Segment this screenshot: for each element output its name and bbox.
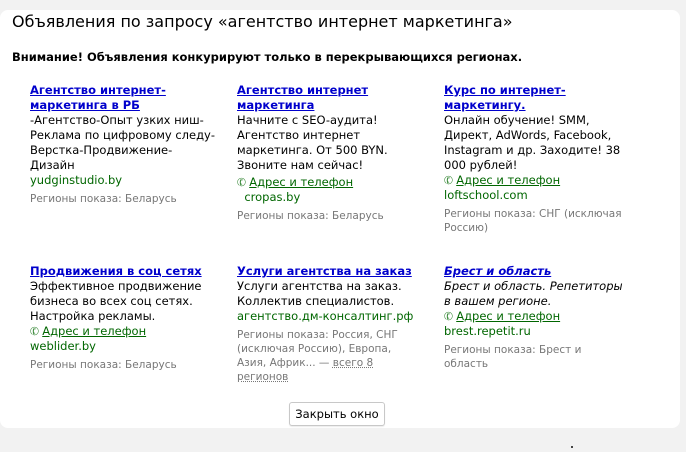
address-phone-link[interactable]: ✆Адрес и телефон <box>235 174 353 191</box>
ad-text: Брест и область. Репетиторы в вашем реги… <box>444 279 624 309</box>
ad-regions: Регионы показа: Брест и область <box>444 344 582 370</box>
ad-regions: Регионы показа: Беларусь <box>30 193 177 205</box>
ad-url[interactable]: агентство.дм-консалтинг.рф <box>237 309 417 324</box>
ad-url[interactable]: weblider.by <box>30 339 216 354</box>
ad-card: Агентство интернет маркетинга Начните с … <box>235 83 417 223</box>
ad-card: Услуги агентства на заказ Услуги агентст… <box>237 264 417 384</box>
ad-regions: Регионы показа: СНГ (исключая Россию) <box>444 208 622 234</box>
close-window-button[interactable]: Закрыть окно <box>289 402 385 426</box>
ad-card: Продвижения в соц сетях Эффективное прод… <box>28 264 216 372</box>
ad-regions: Регионы показа: Беларусь <box>237 210 384 222</box>
ad-title-link[interactable]: Продвижения в соц сетях <box>30 264 216 279</box>
ad-regions: Регионы показа: Россия, СНГ (исключая Ро… <box>237 329 398 383</box>
ad-title-link[interactable]: Агентство интернет-маркетинга в РБ <box>30 83 216 113</box>
address-phone-link[interactable]: ✆Адрес и телефон <box>442 172 560 189</box>
ad-text: Онлайн обучение! SMM, Директ, AdWords, F… <box>444 113 621 172</box>
ad-title-link[interactable]: Агентство интернет маркетинга <box>237 83 417 113</box>
phone-icon: ✆ <box>235 174 249 191</box>
ad-text: Начните с SEO-аудита! Агентство интернет… <box>237 113 388 172</box>
phone-icon: ✆ <box>28 323 42 340</box>
dialog-notice: Внимание! Объявления конкурируют только … <box>12 50 523 64</box>
stray-dot <box>571 446 573 448</box>
ad-url[interactable]: loftschool.com <box>444 188 624 203</box>
address-phone-link[interactable]: ✆Адрес и телефон <box>442 308 560 325</box>
ad-text: Эффективное продвижение бизнеса во всех … <box>30 279 202 323</box>
ad-regions: Регионы показа: Беларусь <box>30 359 177 371</box>
ad-card: Курс по интернет-маркетингу. Онлайн обуч… <box>442 83 624 235</box>
phone-icon: ✆ <box>442 308 456 325</box>
ad-card: Брест и область Брест и область. Репетит… <box>442 264 624 371</box>
ad-title-link[interactable]: Услуги агентства на заказ <box>237 264 417 279</box>
ad-text: -Агентство-Опыт узких ниш-Реклама по циф… <box>30 113 216 172</box>
ad-url[interactable]: yudginstudio.by <box>30 173 216 188</box>
ad-url[interactable]: cropas.by <box>244 190 300 204</box>
ad-text-emphasis: Брест и область. Репетиторы в вашем реги… <box>444 279 623 308</box>
ad-card: Агентство интернет-маркетинга в РБ -Аген… <box>30 83 216 206</box>
dialog-title: Объявления по запросу «агентство интерне… <box>12 12 513 31</box>
ad-text: Услуги агентства на заказ. Коллектив спе… <box>237 279 402 308</box>
ad-title-link[interactable]: Брест и область <box>444 264 624 279</box>
address-phone-link[interactable]: ✆Адрес и телефон <box>28 323 146 340</box>
phone-icon: ✆ <box>442 172 456 189</box>
ad-url[interactable]: brest.repetit.ru <box>444 324 624 339</box>
ad-title-link[interactable]: Курс по интернет-маркетингу. <box>444 83 624 113</box>
